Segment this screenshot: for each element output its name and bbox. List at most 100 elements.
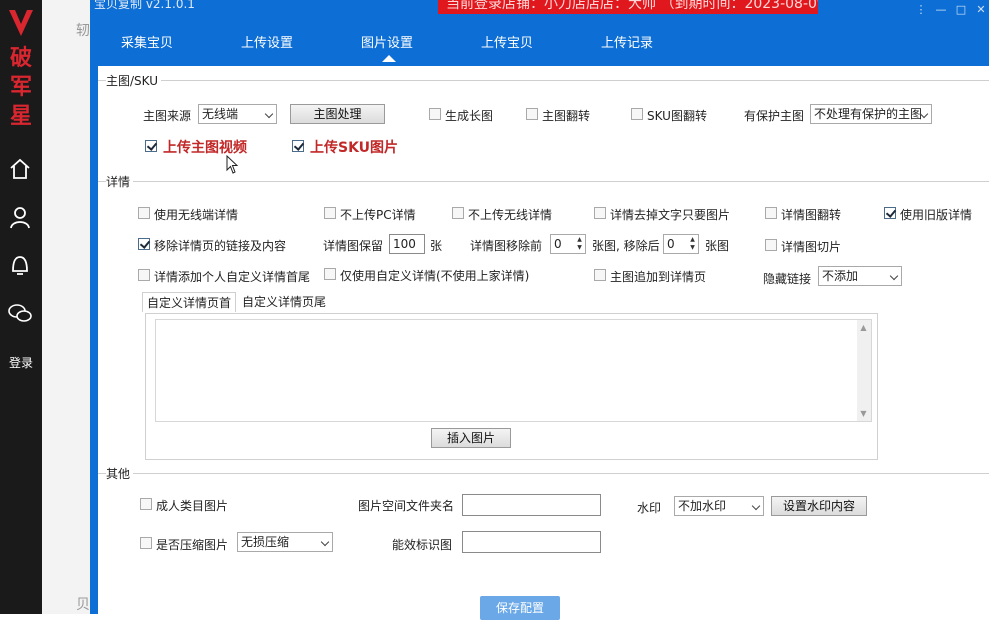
- remove-front-value: 0: [554, 237, 562, 251]
- efficacy-input[interactable]: [462, 531, 601, 553]
- upload-video-label: 上传主图视频: [163, 140, 247, 156]
- custom-detail-textarea[interactable]: ▲ ▼: [155, 319, 872, 422]
- source-label: 主图来源: [143, 109, 192, 123]
- spin-up-icon[interactable]: ▲: [575, 236, 584, 244]
- remove-links-label: 移除详情页的链接及内容: [154, 239, 287, 253]
- detail-group: [98, 181, 989, 182]
- add-custom-label: 详情添加个人自定义详情首尾: [154, 270, 311, 284]
- scroll-down-icon[interactable]: ▼: [859, 409, 868, 418]
- protected-select[interactable]: 不处理有保护的主图: [810, 104, 932, 124]
- compress-select-value: 无损压缩: [241, 535, 290, 549]
- tab-upload-settings[interactable]: 上传设置: [241, 32, 293, 51]
- scroll-up-icon[interactable]: ▲: [859, 323, 868, 332]
- background-page: 轫 贝: [42, 0, 90, 614]
- tab-image-settings[interactable]: 图片设置: [361, 32, 413, 51]
- tab-collect[interactable]: 采集宝贝: [121, 32, 173, 51]
- watermark-select[interactable]: 不加水印: [674, 496, 764, 516]
- upload-video-checkbox[interactable]: [145, 140, 157, 152]
- remove-links-checkbox[interactable]: [138, 238, 150, 250]
- login-info-banner: 当前登录店铺：小刀店店店：大帅 （到期时间：2023-08-09）: [438, 0, 818, 14]
- use-wireless-checkbox[interactable]: [138, 207, 150, 219]
- subtab-custom-header[interactable]: 自定义详情页首: [142, 292, 237, 312]
- title-bar: 宝贝复制 v2.1.0.1 当前登录店铺：小刀店店店：大帅 （到期时间：2023…: [90, 0, 989, 66]
- remove-back-label: 张图, 移除后: [592, 239, 660, 253]
- append-main-checkbox[interactable]: [594, 269, 606, 281]
- folder-name-input[interactable]: [462, 494, 601, 516]
- minimize-icon[interactable]: —: [934, 4, 948, 16]
- spin-down-icon[interactable]: ▼: [688, 244, 697, 252]
- compress-label: 是否压缩图片: [156, 538, 229, 552]
- background-text: 轫: [76, 23, 90, 39]
- detail-flip-label: 详情图翻转: [781, 208, 842, 222]
- set-watermark-button[interactable]: 设置水印内容: [771, 496, 867, 516]
- custom-detail-editor: ▲ ▼: [145, 313, 878, 460]
- source-select[interactable]: 无线端: [198, 104, 277, 124]
- spin-down-icon[interactable]: ▼: [575, 244, 584, 252]
- main-flip-checkbox[interactable]: [526, 108, 538, 120]
- adult-label: 成人类目图片: [156, 499, 229, 513]
- upload-sku-checkbox[interactable]: [292, 140, 304, 152]
- maximize-icon[interactable]: □: [954, 4, 968, 16]
- subtab-custom-footer[interactable]: 自定义详情页尾: [238, 292, 330, 312]
- adult-checkbox[interactable]: [140, 498, 152, 510]
- window-title: 宝贝复制 v2.1.0.1: [94, 0, 195, 11]
- window-left-border: [90, 66, 98, 614]
- compress-select[interactable]: 无损压缩: [237, 532, 333, 552]
- wechat-icon[interactable]: [7, 300, 33, 326]
- remove-front-stepper[interactable]: 0 ▲ ▼: [550, 234, 586, 254]
- hide-links-select-value: 不添加: [822, 269, 859, 283]
- home-icon[interactable]: [7, 156, 33, 182]
- tab-upload-records[interactable]: 上传记录: [601, 32, 653, 51]
- active-tab-indicator: [382, 55, 396, 62]
- gen-long-checkbox[interactable]: [429, 108, 441, 120]
- old-version-checkbox[interactable]: [884, 207, 896, 219]
- sku-flip-label: SKU图翻转: [647, 109, 707, 123]
- remove-back-value: 0: [667, 237, 675, 251]
- bell-icon[interactable]: [7, 252, 33, 278]
- add-custom-checkbox[interactable]: [138, 269, 150, 281]
- group-title: 其他: [106, 465, 134, 482]
- no-pc-checkbox[interactable]: [324, 207, 336, 219]
- keep-unit: 张: [430, 239, 443, 253]
- app-logo-text: 破军星: [9, 45, 32, 129]
- menu-icon[interactable]: ⋮: [914, 4, 928, 16]
- keep-count-input[interactable]: 100: [389, 234, 425, 254]
- text-only-label: 详情去掉文字只要图片: [610, 208, 731, 222]
- remove-back-stepper[interactable]: 0 ▲ ▼: [663, 234, 699, 254]
- efficacy-label: 能效标识图: [392, 538, 453, 552]
- mouse-cursor-icon: [226, 155, 239, 174]
- upload-sku-label: 上传SKU图片: [310, 140, 399, 156]
- logo-icon: [9, 10, 33, 36]
- sku-flip-checkbox[interactable]: [631, 108, 643, 120]
- other-group: [98, 473, 989, 474]
- folder-label: 图片空间文件夹名: [358, 499, 455, 513]
- tab-upload-items[interactable]: 上传宝贝: [481, 32, 533, 51]
- close-icon[interactable]: ✕: [974, 4, 988, 16]
- chevron-down-icon: [264, 109, 274, 119]
- chevron-down-icon: [320, 537, 330, 547]
- cut-label: 详情图切片: [781, 240, 842, 254]
- cut-checkbox[interactable]: [765, 239, 777, 251]
- spin-up-icon[interactable]: ▲: [688, 236, 697, 244]
- login-link[interactable]: 登录: [0, 354, 42, 371]
- protected-select-value: 不处理有保护的主图: [814, 107, 923, 121]
- scrollbar[interactable]: ▲ ▼: [857, 320, 871, 421]
- remove-front-label: 详情图移除前: [470, 239, 543, 253]
- hide-links-label: 隐藏链接: [763, 272, 812, 286]
- detail-flip-checkbox[interactable]: [765, 207, 777, 219]
- main-image-group: [98, 80, 989, 81]
- insert-image-button[interactable]: 插入图片: [431, 428, 511, 448]
- compress-checkbox[interactable]: [140, 537, 152, 549]
- use-wireless-label: 使用无线端详情: [154, 208, 239, 222]
- app-sidebar: 破军星 登录: [0, 0, 42, 614]
- no-wireless-checkbox[interactable]: [452, 207, 464, 219]
- image-process-button[interactable]: 主图处理: [290, 104, 385, 124]
- user-icon[interactable]: [7, 204, 33, 230]
- keep-label: 详情图保留: [323, 239, 384, 253]
- chevron-down-icon: [889, 271, 899, 281]
- hide-links-select[interactable]: 不添加: [818, 266, 902, 286]
- only-custom-checkbox[interactable]: [324, 268, 336, 280]
- save-config-button[interactable]: 保存配置: [480, 596, 560, 620]
- text-only-checkbox[interactable]: [594, 207, 606, 219]
- append-main-label: 主图追加到详情页: [610, 270, 707, 284]
